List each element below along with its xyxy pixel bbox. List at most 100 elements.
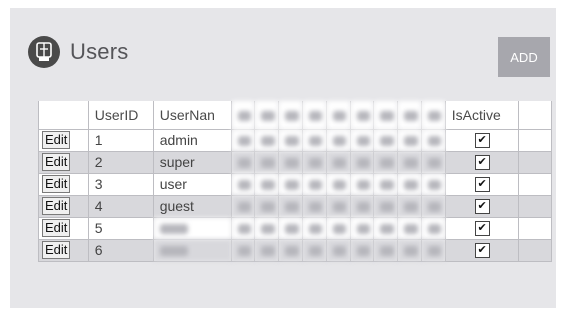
hidden-cell <box>349 172 375 196</box>
users-table: UserID UserNan IsActive Edit 1 admin ✔ Edit 2… <box>38 101 552 262</box>
isactive-checkbox[interactable]: ✔ <box>474 133 490 149</box>
col-header-hidden <box>421 101 446 130</box>
isactive-cell: ✔ <box>444 150 520 174</box>
col-header-hidden <box>397 101 422 130</box>
edit-button[interactable]: Edit <box>42 153 71 171</box>
hidden-cell <box>230 172 256 196</box>
username-cell <box>152 216 232 240</box>
hidden-cell <box>278 150 304 174</box>
edit-button[interactable]: Edit <box>42 175 71 193</box>
userid-cell: 3 <box>87 172 154 196</box>
table-row: Edit 6 ✔ <box>38 238 552 262</box>
col-header-hidden <box>278 101 304 130</box>
col-header-hidden <box>254 101 280 130</box>
hidden-cell <box>397 216 422 240</box>
hidden-cell <box>349 216 375 240</box>
hidden-cell <box>230 128 256 152</box>
hidden-cell <box>421 150 446 174</box>
hidden-cell <box>302 216 327 240</box>
hidden-cell <box>397 172 422 196</box>
edit-button[interactable]: Edit <box>42 131 71 149</box>
hidden-cell <box>397 238 422 262</box>
col-header-userid[interactable]: UserID <box>87 101 154 130</box>
isactive-cell: ✔ <box>444 128 520 152</box>
extra-cell <box>518 194 552 218</box>
hidden-cell <box>349 150 375 174</box>
hidden-cell <box>373 128 399 152</box>
hidden-cell <box>397 128 422 152</box>
userid-cell: 5 <box>87 216 154 240</box>
hidden-cell <box>230 216 256 240</box>
hidden-cell <box>421 194 446 218</box>
hidden-cell <box>325 238 351 262</box>
table-row: Edit 5 ✔ <box>38 216 552 240</box>
col-header-extra <box>518 101 552 130</box>
hidden-cell <box>278 238 304 262</box>
isactive-checkbox[interactable]: ✔ <box>474 155 490 171</box>
edit-cell: Edit <box>38 194 89 218</box>
hidden-cell <box>278 172 304 196</box>
edit-button[interactable]: Edit <box>42 219 71 237</box>
username-cell <box>152 238 232 262</box>
isactive-checkbox[interactable]: ✔ <box>474 243 490 259</box>
username-cell: guest <box>152 194 232 218</box>
hidden-cell <box>230 150 256 174</box>
table-header-row: UserID UserNan IsActive <box>38 101 552 130</box>
edit-cell: Edit <box>38 172 89 196</box>
isactive-cell: ✔ <box>444 172 520 196</box>
hidden-cell <box>373 216 399 240</box>
edit-cell: Edit <box>38 150 89 174</box>
col-header-username[interactable]: UserNan <box>152 101 232 130</box>
hidden-cell <box>302 128 327 152</box>
col-header-hidden <box>373 101 399 130</box>
col-header-edit <box>38 101 89 130</box>
edit-cell: Edit <box>38 216 89 240</box>
hidden-cell <box>278 216 304 240</box>
hidden-cell <box>254 172 280 196</box>
hidden-cell <box>302 150 327 174</box>
hidden-cell <box>230 194 256 218</box>
hidden-cell <box>373 172 399 196</box>
edit-button[interactable]: Edit <box>42 197 71 215</box>
hidden-cell <box>349 194 375 218</box>
col-header-isactive[interactable]: IsActive <box>444 101 520 130</box>
edit-button[interactable]: Edit <box>42 241 71 259</box>
hidden-cell <box>302 238 327 262</box>
hidden-cell <box>421 216 446 240</box>
hidden-cell <box>397 194 422 218</box>
page-header: Users <box>28 32 128 72</box>
col-header-hidden <box>302 101 327 130</box>
userid-cell: 1 <box>87 128 154 152</box>
extra-cell <box>518 172 552 196</box>
hidden-cell <box>230 238 256 262</box>
hidden-cell <box>302 194 327 218</box>
add-button[interactable]: ADD <box>498 37 550 77</box>
hidden-cell <box>254 128 280 152</box>
userid-cell: 2 <box>87 150 154 174</box>
col-header-hidden <box>349 101 375 130</box>
isactive-checkbox[interactable]: ✔ <box>474 177 490 193</box>
extra-cell <box>518 150 552 174</box>
hidden-cell <box>325 194 351 218</box>
hidden-cell <box>373 150 399 174</box>
edit-cell: Edit <box>38 128 89 152</box>
hidden-cell <box>254 238 280 262</box>
page-title: Users <box>70 39 129 64</box>
hidden-cell <box>278 128 304 152</box>
hidden-cell <box>421 128 446 152</box>
hidden-cell <box>349 128 375 152</box>
hidden-cell <box>254 150 280 174</box>
hidden-cell <box>325 172 351 196</box>
table-row: Edit 2 super ✔ <box>38 150 552 174</box>
isactive-cell: ✔ <box>444 216 520 240</box>
hidden-cell <box>325 128 351 152</box>
hidden-cell <box>421 172 446 196</box>
userid-cell: 4 <box>87 194 154 218</box>
edit-cell: Edit <box>38 238 89 262</box>
isactive-checkbox[interactable]: ✔ <box>474 221 490 237</box>
hidden-cell <box>302 172 327 196</box>
isactive-cell: ✔ <box>444 194 520 218</box>
hidden-cell <box>325 150 351 174</box>
hidden-cell <box>254 216 280 240</box>
isactive-checkbox[interactable]: ✔ <box>474 199 490 215</box>
